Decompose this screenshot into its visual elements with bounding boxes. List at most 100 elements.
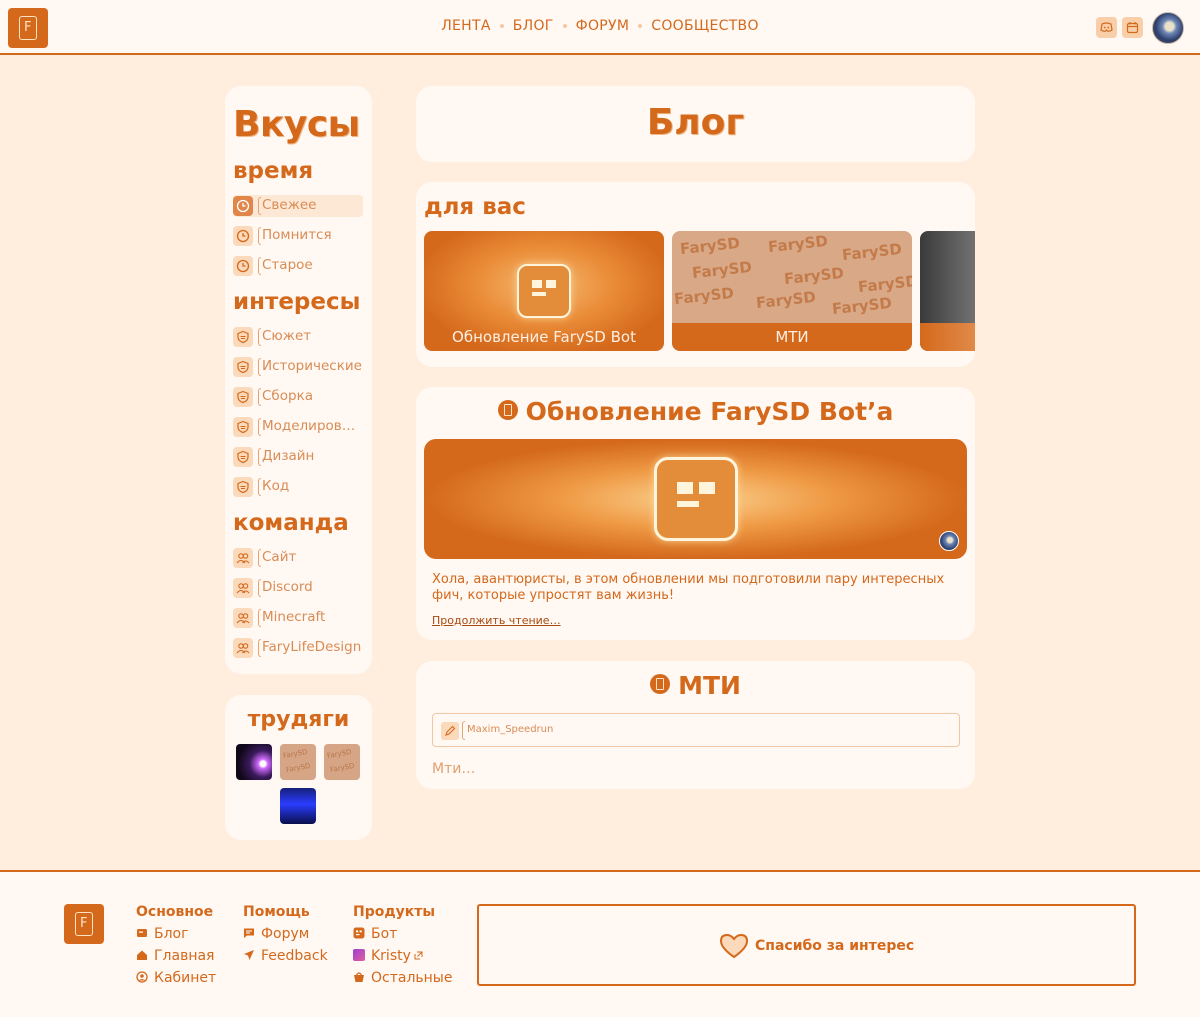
post-card-mti[interactable]: МТИ Maxim_Speedrun Мти…: [416, 661, 975, 789]
sidebar-item-label: Моделиров…: [262, 418, 356, 434]
tile-caption: МТИ: [672, 323, 912, 351]
footer-column-main: Основное Блог Главная Кабинет: [136, 904, 216, 992]
users-icon: [233, 548, 253, 568]
worker-avatar[interactable]: [280, 788, 316, 824]
post-card-bot-update[interactable]: Обновление FarySD Bot’a Хола, авантюрист…: [416, 387, 975, 640]
footer-link-bot[interactable]: Бот: [353, 926, 452, 948]
for-you-tile-partial[interactable]: [920, 231, 975, 351]
post-title[interactable]: МТИ: [416, 671, 975, 700]
sidebar-item-historical[interactable]: Исторические: [233, 356, 363, 378]
bot-icon: [654, 457, 738, 541]
sidebar-item-label: Сборка: [262, 388, 314, 404]
sidebar-item-label: Помнится: [262, 227, 332, 243]
nav-blog[interactable]: БЛОГ: [513, 18, 554, 34]
post-title[interactable]: Обновление FarySD Bot’a: [416, 397, 975, 426]
sidebar-item-farylifedesign[interactable]: FaryLifeDesign: [233, 637, 363, 659]
footer-heading: Продукты: [353, 904, 436, 920]
post-banner[interactable]: [424, 439, 967, 559]
shield-icon: [233, 327, 253, 347]
blog-icon: [650, 674, 671, 694]
send-icon: [243, 949, 255, 961]
footer-link-cabinet[interactable]: Кабинет: [136, 970, 216, 992]
worker-avatar[interactable]: [236, 744, 272, 780]
footer-link-feedback[interactable]: Feedback: [243, 948, 328, 970]
blog-title-card: Блог: [416, 86, 975, 162]
footer-link-home[interactable]: Главная: [136, 948, 216, 970]
section-heading-interests: интересы: [233, 289, 361, 315]
calendar-button[interactable]: [1122, 17, 1143, 38]
author-tag[interactable]: Maxim_Speedrun: [432, 713, 960, 747]
sidebar-item-label: FaryLifeDesign: [262, 639, 362, 655]
thanks-text: Спасибо за интерес: [755, 938, 915, 954]
author-name: Maxim_Speedrun: [467, 724, 554, 735]
home-icon: [136, 949, 148, 961]
header: F ЛЕНТА БЛОГ ФОРУМ СООБЩЕСТВО: [0, 0, 1200, 55]
sidebar-item-label: Дизайн: [262, 448, 315, 464]
sidebar-item-old[interactable]: Старое: [233, 255, 363, 277]
sidebar-item-build[interactable]: Сборка: [233, 386, 363, 408]
sidebar-item-label: Сюжет: [262, 328, 312, 344]
worker-avatar[interactable]: FarySD FarySD: [324, 744, 360, 780]
sidebar-item-design[interactable]: Дизайн: [233, 446, 363, 468]
shield-icon: [233, 387, 253, 407]
tastes-sidebar: Вкусы время Свежее Помнится Старое интер…: [225, 86, 372, 674]
nav-community[interactable]: СООБЩЕСТВО: [651, 18, 759, 34]
for-you-tile-mti[interactable]: FarySD FarySD FarySD FarySD FarySD FarySD Fa…: [672, 231, 912, 351]
sidebar-item-minecraft[interactable]: Minecraft: [233, 607, 363, 629]
sidebar-item-label: Код: [262, 478, 290, 494]
nav-forum[interactable]: ФОРУМ: [576, 18, 630, 34]
sidebar-title: Вкусы: [233, 104, 360, 145]
thanks-panel: Спасибо за интерес: [477, 904, 1136, 986]
user-avatar[interactable]: [1152, 12, 1184, 44]
footer: F Основное Блог Главная Кабинет Помощь Ф…: [0, 870, 1200, 1017]
shield-icon: [233, 477, 253, 497]
footer-link-others[interactable]: Остальные: [353, 970, 452, 992]
blog-icon: [497, 400, 518, 420]
section-heading-team: команда: [233, 510, 349, 536]
blog-icon: [136, 927, 148, 939]
footer-link-forum[interactable]: Форум: [243, 926, 328, 948]
sidebar-item-discord[interactable]: Discord: [233, 577, 363, 599]
bot-icon: [517, 264, 571, 318]
shield-icon: [233, 417, 253, 437]
clock-icon: [233, 256, 253, 276]
author-avatar[interactable]: [939, 531, 959, 551]
clock-icon: [233, 196, 253, 216]
footer-column-products: Продукты Бот Kristy Остальные: [353, 904, 452, 992]
workers-panel: трудяги FarySD FarySD FarySD FarySD: [225, 695, 372, 840]
sidebar-item-remembered[interactable]: Помнится: [233, 225, 363, 247]
nav-feed[interactable]: ЛЕНТА: [441, 18, 491, 34]
sidebar-item-plot[interactable]: Сюжет: [233, 326, 363, 348]
footer-column-help: Помощь Форум Feedback: [243, 904, 328, 970]
logo-icon[interactable]: F: [64, 904, 104, 944]
sidebar-item-site[interactable]: Сайт: [233, 547, 363, 569]
sidebar-item-modeling[interactable]: Моделиров…: [233, 416, 363, 438]
basket-icon: [353, 971, 365, 983]
heart-icon: [719, 933, 749, 959]
discord-button[interactable]: [1096, 17, 1117, 38]
workers-title: трудяги: [247, 707, 350, 732]
shield-icon: [233, 357, 253, 377]
worker-avatar[interactable]: FarySD FarySD: [280, 744, 316, 780]
sidebar-item-label: Discord: [262, 579, 313, 595]
for-you-tile-bot-update[interactable]: Обновление FarySD Bot: [424, 231, 664, 351]
footer-link-blog[interactable]: Блог: [136, 926, 216, 948]
users-icon: [233, 638, 253, 658]
section-heading-time: время: [233, 158, 314, 184]
sidebar-item-label: Сайт: [262, 549, 297, 565]
post-excerpt: Хола, авантюристы, в этом обновлении мы …: [432, 572, 945, 603]
footer-link-kristy[interactable]: Kristy: [353, 948, 452, 970]
pen-icon: [441, 722, 459, 740]
sidebar-item-label: Старое: [262, 257, 313, 273]
sidebar-item-fresh[interactable]: Свежее: [233, 195, 363, 217]
bot-icon: [353, 927, 365, 939]
clock-icon: [233, 226, 253, 246]
sidebar-item-label: Исторические: [262, 358, 362, 374]
for-you-card: для вас Обновление FarySD Bot FarySD Fary…: [416, 182, 975, 367]
shield-icon: [233, 447, 253, 467]
external-link-icon: [414, 951, 423, 960]
kristy-icon: [353, 949, 365, 961]
read-more-link[interactable]: Продолжить чтение…: [432, 614, 561, 627]
sidebar-item-code[interactable]: Код: [233, 476, 363, 498]
users-icon: [233, 608, 253, 628]
